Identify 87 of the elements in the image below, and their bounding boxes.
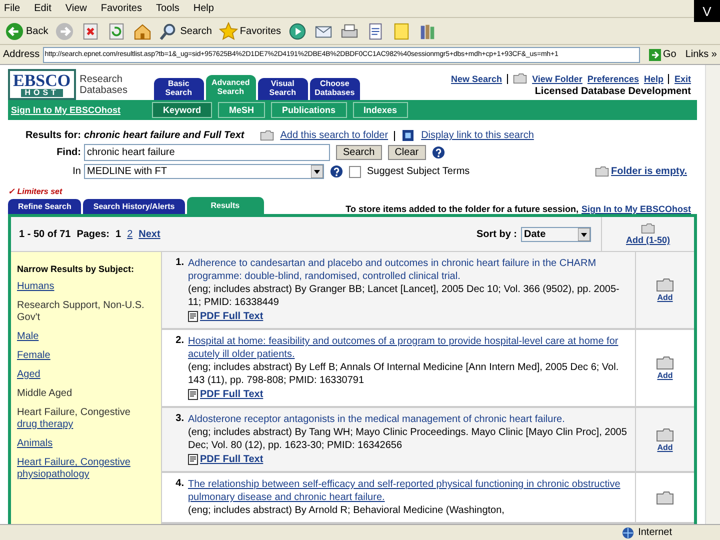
organization-name: Licensed Database Development <box>534 86 691 97</box>
add-search-link[interactable]: Add this search to folder <box>280 130 388 141</box>
subject-text: Heart Failure, Congestive <box>17 407 130 418</box>
search-mode-tab[interactable]: Keyword <box>152 102 212 118</box>
pdf-full-text-link[interactable]: PDF Full Text <box>200 310 264 323</box>
search-tab[interactable]: Choose Databases <box>310 78 360 100</box>
in-label: In <box>72 166 82 177</box>
result-number: 3. <box>174 412 185 426</box>
favorites-button[interactable]: Favorites <box>216 19 284 43</box>
header-link[interactable]: Help <box>644 74 664 84</box>
results-for-label: Results for: <box>24 130 82 141</box>
subheading-link[interactable]: drug therapy <box>17 419 74 430</box>
search-button[interactable]: Search <box>157 19 214 43</box>
result-number: 4. <box>174 477 185 491</box>
narrow-results-title: Narrow Results by Subject: <box>17 264 136 274</box>
subject-text: Middle Aged <box>17 388 72 399</box>
ebsco-logo: EBSCO HOST <box>8 69 76 100</box>
subject-link[interactable]: Humans <box>17 281 54 292</box>
links-label[interactable]: Links » <box>685 49 717 60</box>
header-link[interactable]: New Search <box>451 74 502 84</box>
search-tab[interactable]: Visual Search <box>258 78 308 100</box>
subject-link[interactable]: Animals <box>17 438 53 449</box>
menu-item[interactable]: Help <box>193 3 214 14</box>
clear-button[interactable]: Clear <box>388 145 426 160</box>
add-link[interactable]: Add <box>657 371 673 380</box>
result-citation: (eng; includes abstract) By Leff B; Annals Of Internal Medicine [Ann Intern Med], 2005 Dec 6; Vol. 143 (11), pp. 798-808; PMID: 16330791 <box>188 361 620 387</box>
subject-link[interactable]: Heart Failure, Congestive <box>17 457 130 468</box>
subject-link[interactable]: Aged <box>17 369 40 380</box>
search-button[interactable]: Search <box>336 145 382 160</box>
subject-link[interactable]: Female <box>17 350 50 361</box>
search-mode-tab[interactable]: Publications <box>271 102 347 118</box>
search-tab[interactable]: Advanced Search <box>206 75 256 100</box>
header-link[interactable]: Preferences <box>587 74 639 84</box>
next-link[interactable]: Next <box>138 228 160 240</box>
sort-label: Sort by : <box>476 228 517 240</box>
add-all-link[interactable]: Add (1-50) <box>626 235 670 245</box>
back-button[interactable]: Back <box>3 19 50 43</box>
sort-dropdown[interactable]: Date <box>521 226 591 242</box>
subheading-link[interactable]: physiopathology <box>17 469 90 480</box>
result-citation: (eng; includes abstract) By Tang WH; Mayo Clinic Proceedings. Mayo Clinic [Mayo Clin Proc], 2005 Dec; Vol. 80 (12), pp. 1623-30; PMID: 16342656 <box>188 426 628 452</box>
result-title-link[interactable]: The relationship between self-efficacy and self-reported physical functioning in chronic obstructive pulmonary disease and chronic heart failure. <box>188 478 631 504</box>
sign-in-link[interactable]: Sign In to My EBSCOhost <box>11 105 152 115</box>
add-link[interactable]: Add <box>657 293 673 302</box>
results-tab[interactable]: Refine Search <box>8 199 82 214</box>
menu-item[interactable]: Tools <box>156 3 180 14</box>
checkbox-label: Suggest Subject Terms <box>367 166 470 177</box>
search-tab[interactable]: Basic Search <box>154 78 204 100</box>
search-mode-tab[interactable]: Indexes <box>352 102 408 118</box>
result-number: 1. <box>174 256 185 270</box>
page-number[interactable]: 2 <box>127 228 133 240</box>
search-mode-tab[interactable]: MeSH <box>218 102 266 118</box>
result-title-link[interactable]: Adherence to candesartan and placebo and outcomes in chronic heart failure in the CHARM programme: double-blind, randomised, controlled clinical trial. <box>188 257 631 283</box>
display-link[interactable]: Display link to this search <box>421 130 534 141</box>
header-link[interactable]: View Folder <box>532 74 582 84</box>
result-citation: (eng; includes abstract) By Arnold R; Behavioral Medicine (Washington, <box>188 504 506 517</box>
results-tab[interactable]: Search History/Alerts <box>83 199 185 214</box>
search-query-text: chronic heart failure and Full Text <box>84 130 244 141</box>
go-button[interactable]: Go <box>642 48 682 62</box>
pdf-full-text-link[interactable]: PDF Full Text <box>200 388 264 401</box>
page-number[interactable]: 1 <box>116 228 122 240</box>
result-citation: (eng; includes abstract) By Granger BB; Lancet [Lancet], 2005 Dec 10; Vol. 366 (9502), pp. 2005-11; PMID: 16338449 <box>188 283 620 309</box>
result-range: 1 - 50 of 71 <box>19 228 71 240</box>
result-title-link[interactable]: Hospital at home: feasibility and outcomes of a program to provide hospital-level care at home for acutely ill older patients. <box>188 335 631 361</box>
window-corner-label: V <box>694 0 720 22</box>
menu-item[interactable]: Favorites <box>100 3 142 14</box>
store-note: To store items added to the folder for a future session, <box>346 204 578 214</box>
zone-label: Internet <box>638 527 672 538</box>
add-link[interactable]: Add <box>657 442 673 452</box>
find-label: Find: <box>56 147 82 158</box>
pdf-full-text-link[interactable]: PDF Full Text <box>200 453 264 466</box>
sign-in-link[interactable]: Sign In to My EBSCOhost <box>582 204 691 214</box>
subject-text: Research Support, Non-U.S. Gov't <box>17 300 144 323</box>
menu-item[interactable]: Edit <box>34 3 52 14</box>
result-title-link[interactable]: Aldosterone receptor antagonists in the medical management of chronic heart failure. <box>188 413 631 426</box>
menu-item[interactable]: File <box>4 3 20 14</box>
menu-item[interactable]: View <box>65 3 87 14</box>
logo-caption: Research Databases <box>80 74 128 96</box>
pages-label: Pages: <box>76 228 110 240</box>
find-field[interactable]: chronic heart failure <box>84 144 330 161</box>
subject-link[interactable]: Male <box>17 331 39 342</box>
address-label: Address <box>3 49 40 60</box>
folder-status-link[interactable]: Folder is empty. <box>611 166 687 177</box>
header-link[interactable]: Exit <box>674 74 691 84</box>
database-dropdown[interactable]: MEDLINE with FT <box>84 164 324 179</box>
limiters-note: ✓ Limiters set <box>8 187 64 196</box>
result-number: 2. <box>174 334 185 348</box>
results-tab[interactable]: Results <box>186 197 264 214</box>
